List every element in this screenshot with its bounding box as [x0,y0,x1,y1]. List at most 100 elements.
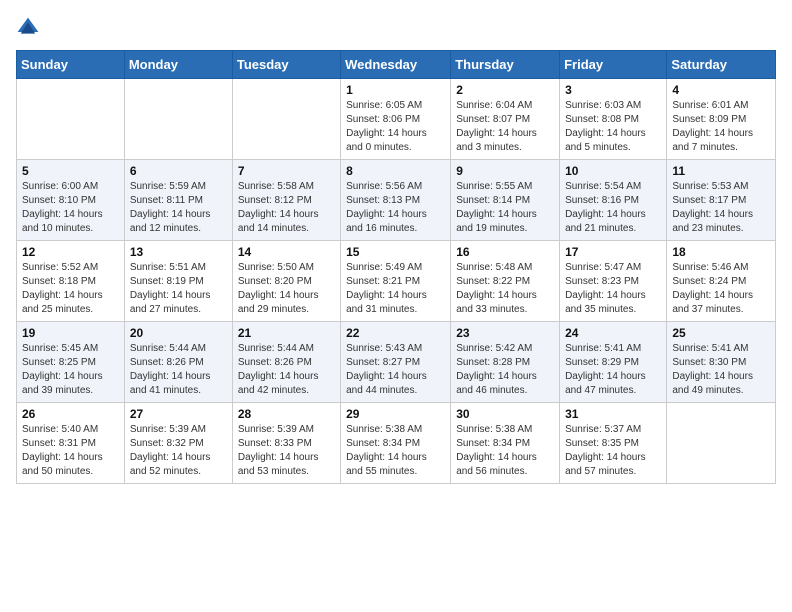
calendar-cell: 21 Sunrise: 5:44 AMSunset: 8:26 PMDayligh… [232,322,340,403]
calendar-cell: 17 Sunrise: 5:47 AMSunset: 8:23 PMDayligh… [560,241,667,322]
day-info: Sunrise: 5:54 AMSunset: 8:16 PMDaylight:… [565,180,661,236]
calendar-header-monday: Monday [124,51,232,79]
day-info: Sunrise: 5:39 AMSunset: 8:32 PMDaylight:… [130,423,227,479]
calendar-week-5: 26 Sunrise: 5:40 AMSunset: 8:31 PMDayligh… [17,403,776,484]
day-info: Sunrise: 5:44 AMSunset: 8:26 PMDaylight:… [238,342,335,398]
calendar-cell: 4 Sunrise: 6:01 AMSunset: 8:09 PMDaylight… [667,79,776,160]
day-number: 9 [456,164,554,178]
day-number: 3 [565,83,661,97]
day-info: Sunrise: 5:41 AMSunset: 8:29 PMDaylight:… [565,342,661,398]
day-number: 23 [456,326,554,340]
day-number: 28 [238,407,335,421]
calendar-cell: 29 Sunrise: 5:38 AMSunset: 8:34 PMDayligh… [341,403,451,484]
calendar-cell: 15Sunrise: 5:49 AMSunset: 8:21 PMDayligh… [341,241,451,322]
calendar-cell: 28 Sunrise: 5:39 AMSunset: 8:33 PMDayligh… [232,403,340,484]
calendar-cell: 9 Sunrise: 5:55 AMSunset: 8:14 PMDaylight… [451,160,560,241]
day-number: 16 [456,245,554,259]
calendar-cell: 23 Sunrise: 5:42 AMSunset: 8:28 PMDayligh… [451,322,560,403]
day-info: Sunrise: 5:44 AMSunset: 8:26 PMDaylight:… [130,342,227,398]
day-info: Sunrise: 5:38 AMSunset: 8:34 PMDaylight:… [346,423,445,479]
day-number: 26 [22,407,119,421]
day-info: Sunrise: 5:46 AMSunset: 8:24 PMDaylight:… [672,261,770,317]
calendar-cell: 14 Sunrise: 5:50 AMSunset: 8:20 PMDayligh… [232,241,340,322]
calendar-cell: 16 Sunrise: 5:48 AMSunset: 8:22 PMDayligh… [451,241,560,322]
day-info: Sunrise: 5:39 AMSunset: 8:33 PMDaylight:… [238,423,335,479]
calendar-table: SundayMondayTuesdayWednesdayThursdayFrid… [16,50,776,484]
day-number: 21 [238,326,335,340]
calendar-cell: 22 Sunrise: 5:43 AMSunset: 8:27 PMDayligh… [341,322,451,403]
calendar-cell: 13 Sunrise: 5:51 AMSunset: 8:19 PMDayligh… [124,241,232,322]
day-info: Sunrise: 5:48 AMSunset: 8:22 PMDaylight:… [456,261,554,317]
day-number: 27 [130,407,227,421]
calendar-cell: 27 Sunrise: 5:39 AMSunset: 8:32 PMDayligh… [124,403,232,484]
day-number: 12 [22,245,119,259]
day-number: 22 [346,326,445,340]
day-info: Sunrise: 6:03 AMSunset: 8:08 PMDaylight:… [565,99,661,155]
day-info: Sunrise: 5:56 AMSunset: 8:13 PMDaylight:… [346,180,445,236]
day-info: Sunrise: 5:41 AMSunset: 8:30 PMDaylight:… [672,342,770,398]
day-info: Sunrise: 5:47 AMSunset: 8:23 PMDaylight:… [565,261,661,317]
day-info: Sunrise: 5:50 AMSunset: 8:20 PMDaylight:… [238,261,335,317]
day-info: Sunrise: 5:55 AMSunset: 8:14 PMDaylight:… [456,180,554,236]
day-number: 1 [346,83,445,97]
calendar-header-wednesday: Wednesday [341,51,451,79]
day-number: 4 [672,83,770,97]
calendar-cell: 12 Sunrise: 5:52 AMSunset: 8:18 PMDayligh… [17,241,125,322]
calendar-cell [232,79,340,160]
day-number: 7 [238,164,335,178]
calendar-cell: 3 Sunrise: 6:03 AMSunset: 8:08 PMDaylight… [560,79,667,160]
calendar-cell: 31 Sunrise: 5:37 AMSunset: 8:35 PMDayligh… [560,403,667,484]
day-number: 14 [238,245,335,259]
day-info: Sunrise: 6:00 AMSunset: 8:10 PMDaylight:… [22,180,119,236]
logo [16,16,44,40]
day-number: 15 [346,245,445,259]
day-number: 29 [346,407,445,421]
day-info: Sunrise: 6:05 AMSunset: 8:06 PMDaylight:… [346,99,445,155]
calendar-week-2: 5Sunrise: 6:00 AMSunset: 8:10 PMDaylight… [17,160,776,241]
day-number: 25 [672,326,770,340]
calendar-header-row: SundayMondayTuesdayWednesdayThursdayFrid… [17,51,776,79]
logo-icon [16,16,40,40]
calendar-cell [667,403,776,484]
day-info: Sunrise: 6:01 AMSunset: 8:09 PMDaylight:… [672,99,770,155]
calendar-cell: 2Sunrise: 6:04 AMSunset: 8:07 PMDaylight… [451,79,560,160]
calendar-cell: 7 Sunrise: 5:58 AMSunset: 8:12 PMDaylight… [232,160,340,241]
calendar-cell [124,79,232,160]
day-number: 13 [130,245,227,259]
day-info: Sunrise: 5:37 AMSunset: 8:35 PMDaylight:… [565,423,661,479]
calendar-cell: 18 Sunrise: 5:46 AMSunset: 8:24 PMDayligh… [667,241,776,322]
calendar-cell [17,79,125,160]
day-info: Sunrise: 5:59 AMSunset: 8:11 PMDaylight:… [130,180,227,236]
day-info: Sunrise: 5:45 AMSunset: 8:25 PMDaylight:… [22,342,119,398]
day-info: Sunrise: 5:42 AMSunset: 8:28 PMDaylight:… [456,342,554,398]
calendar-header-friday: Friday [560,51,667,79]
calendar-week-1: 1 Sunrise: 6:05 AMSunset: 8:06 PMDaylight… [17,79,776,160]
day-number: 10 [565,164,661,178]
day-number: 31 [565,407,661,421]
day-info: Sunrise: 5:51 AMSunset: 8:19 PMDaylight:… [130,261,227,317]
day-number: 17 [565,245,661,259]
calendar-cell: 8Sunrise: 5:56 AMSunset: 8:13 PMDaylight… [341,160,451,241]
day-number: 30 [456,407,554,421]
day-info: Sunrise: 5:38 AMSunset: 8:34 PMDaylight:… [456,423,554,479]
calendar-cell: 10 Sunrise: 5:54 AMSunset: 8:16 PMDayligh… [560,160,667,241]
calendar-cell: 30 Sunrise: 5:38 AMSunset: 8:34 PMDayligh… [451,403,560,484]
day-number: 19 [22,326,119,340]
day-number: 18 [672,245,770,259]
day-info: Sunrise: 5:43 AMSunset: 8:27 PMDaylight:… [346,342,445,398]
calendar-cell: 26 Sunrise: 5:40 AMSunset: 8:31 PMDayligh… [17,403,125,484]
day-info: Sunrise: 5:58 AMSunset: 8:12 PMDaylight:… [238,180,335,236]
day-number: 24 [565,326,661,340]
calendar-cell: 5Sunrise: 6:00 AMSunset: 8:10 PMDaylight… [17,160,125,241]
calendar-header-sunday: Sunday [17,51,125,79]
calendar-cell: 19 Sunrise: 5:45 AMSunset: 8:25 PMDayligh… [17,322,125,403]
calendar-cell: 6Sunrise: 5:59 AMSunset: 8:11 PMDaylight… [124,160,232,241]
day-number: 2 [456,83,554,97]
calendar-header-saturday: Saturday [667,51,776,79]
day-info: Sunrise: 5:40 AMSunset: 8:31 PMDaylight:… [22,423,119,479]
calendar-cell: 20 Sunrise: 5:44 AMSunset: 8:26 PMDayligh… [124,322,232,403]
page-header [16,16,776,40]
day-info: Sunrise: 5:52 AMSunset: 8:18 PMDaylight:… [22,261,119,317]
calendar-cell: 1 Sunrise: 6:05 AMSunset: 8:06 PMDaylight… [341,79,451,160]
day-number: 20 [130,326,227,340]
